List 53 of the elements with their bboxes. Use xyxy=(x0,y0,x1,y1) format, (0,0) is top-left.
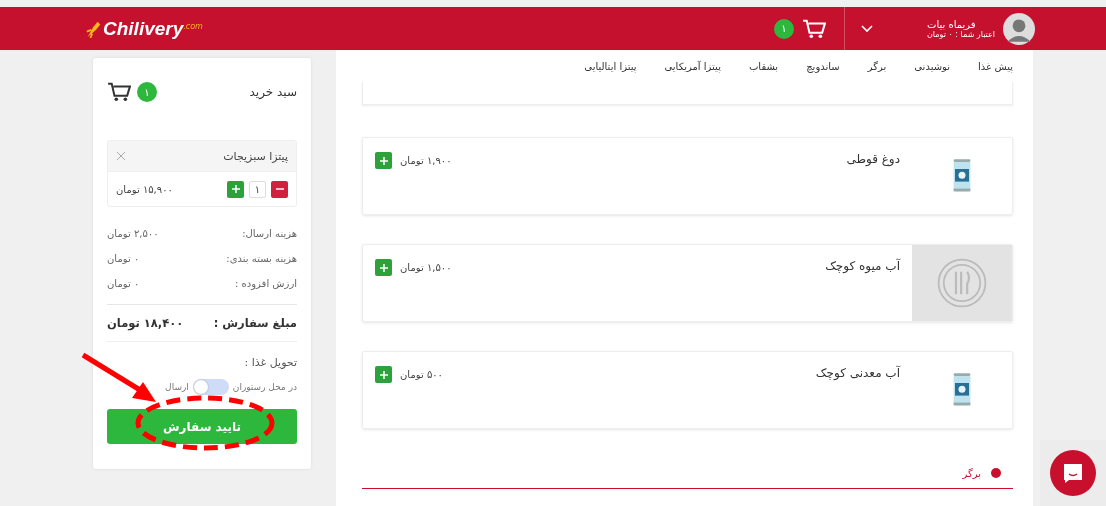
cart-count-badge: ۱ xyxy=(774,18,794,39)
total-label: مبلغ سفارش : xyxy=(213,316,297,330)
product-name: دوغ قوطی xyxy=(846,152,900,166)
category-tab[interactable]: پیتزا آمریکایی xyxy=(664,60,721,72)
increase-button[interactable] xyxy=(227,180,244,198)
cart-title: سبد خرید xyxy=(249,85,297,99)
logo[interactable]: Chilivery xyxy=(103,17,184,40)
item-price: ۱۵,۹۰۰ تومان xyxy=(116,183,173,195)
cutlery-plate-icon xyxy=(936,257,988,309)
avatar-icon[interactable] xyxy=(1003,12,1035,45)
decrease-button[interactable] xyxy=(271,180,288,198)
product-price: ۵۰۰ تومان xyxy=(400,369,443,380)
fee-label: هزینه ارسال: xyxy=(242,228,297,239)
quantity-field[interactable]: ۱ xyxy=(249,180,266,198)
item-name: پیتزا سبزیجات xyxy=(223,149,288,163)
plus-icon xyxy=(378,155,389,166)
fee-value: ۰ تومان xyxy=(107,253,140,264)
category-tab[interactable]: پیش غذا xyxy=(978,60,1013,72)
product-name: آب میوه کوچک xyxy=(825,259,900,273)
user-credit: اعتبار شما : ۰ تومان xyxy=(927,29,995,39)
category-tab[interactable]: ساندویچ xyxy=(806,60,840,72)
delivery-label: تحویل غذا : xyxy=(243,356,297,369)
delivery-toggle[interactable] xyxy=(192,379,229,395)
category-tab[interactable]: نوشیدنی xyxy=(914,60,950,72)
chevron-down-icon[interactable] xyxy=(861,24,873,33)
product-name: آب معدنی کوچک xyxy=(815,366,900,380)
plus-icon xyxy=(230,184,241,194)
cart-count-badge: ۱ xyxy=(137,82,157,102)
category-tab[interactable]: برگر xyxy=(867,60,887,72)
total-value: ۱۸,۴۰۰ تومان xyxy=(107,316,184,330)
category-tab[interactable]: پیتزا ایتالیایی xyxy=(584,60,637,72)
section-title: برگر xyxy=(962,467,981,479)
option-label: ارسال xyxy=(165,382,189,392)
fee-value: ۲,۵۰۰ تومان xyxy=(107,228,159,239)
product-price: ۱,۹۰۰ تومان xyxy=(400,155,452,166)
category-tab[interactable]: بشقاب xyxy=(748,60,779,72)
product-price: ۱,۵۰۰ تومان xyxy=(400,262,452,273)
add-button[interactable] xyxy=(375,152,392,169)
logo-domain: .com xyxy=(183,21,203,31)
add-button[interactable] xyxy=(375,259,392,276)
chat-button[interactable] xyxy=(1050,450,1096,496)
option-label: در محل رستوران xyxy=(232,382,297,392)
cart-icon[interactable] xyxy=(802,18,826,39)
fee-label: ارزش افزوده : xyxy=(235,278,297,289)
plus-icon xyxy=(378,369,389,380)
cart-icon xyxy=(107,82,131,102)
user-name: فریماه بیات xyxy=(927,18,976,30)
plus-icon xyxy=(378,262,389,273)
close-icon[interactable] xyxy=(116,151,126,161)
add-button[interactable] xyxy=(375,366,392,383)
chat-bubble-icon xyxy=(1061,461,1085,485)
fee-value: ۰ تومان xyxy=(107,278,140,289)
fee-label: هزینه بسته بندی: xyxy=(226,253,297,264)
